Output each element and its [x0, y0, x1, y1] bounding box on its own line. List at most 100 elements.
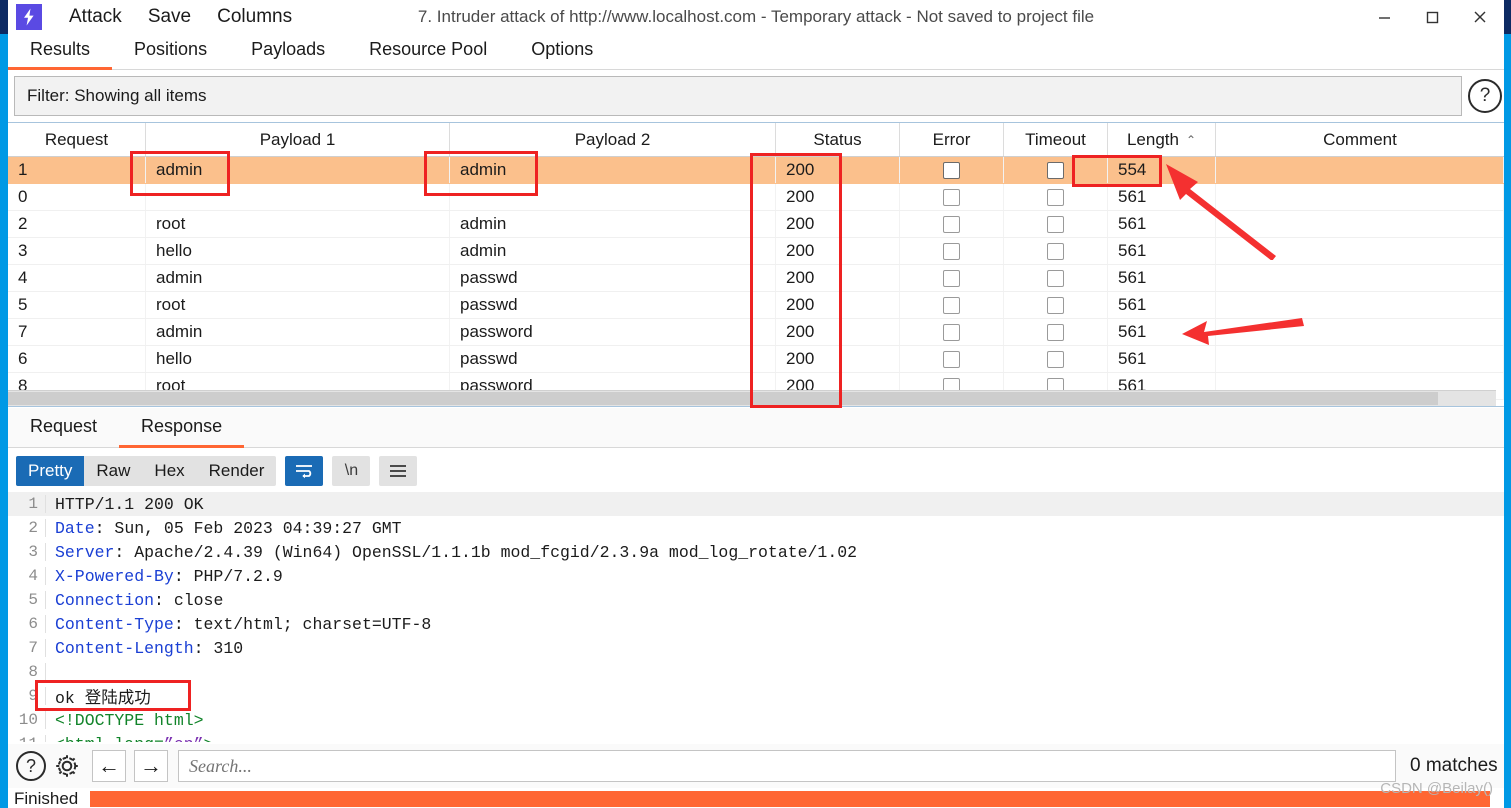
cell-error [900, 238, 1004, 264]
column-header-comment[interactable]: Comment [1216, 123, 1504, 156]
burp-intruder-window: Attack Save Columns 7. Intruder attack o… [0, 0, 1511, 808]
table-row[interactable]: 5 root passwd 200 561 [8, 292, 1504, 319]
cell-length: 561 [1108, 238, 1216, 264]
timeout-checkbox[interactable] [1047, 188, 1064, 206]
timeout-checkbox[interactable] [1047, 242, 1064, 260]
close-icon[interactable] [1456, 0, 1504, 34]
column-header-error[interactable]: Error [900, 123, 1004, 156]
error-checkbox[interactable] [943, 188, 960, 206]
error-checkbox[interactable] [943, 350, 960, 368]
column-header-length[interactable]: Length ⌃ [1108, 123, 1216, 156]
cell-length: 561 [1108, 319, 1216, 345]
gear-icon[interactable] [50, 749, 84, 783]
column-header-request[interactable]: Request [8, 123, 146, 156]
table-row[interactable]: 7 admin password 200 561 [8, 319, 1504, 346]
tab-positions[interactable]: Positions [112, 35, 229, 70]
line-content: <!DOCTYPE html> [55, 710, 204, 730]
error-checkbox[interactable] [943, 296, 960, 314]
table-header-row: Request Payload 1 Payload 2 Status Error… [8, 123, 1504, 157]
tab-resource-pool[interactable]: Resource Pool [347, 35, 509, 70]
response-viewer[interactable]: 1 HTTP/1.1 200 OK 2 Date: Sun, 05 Feb 2023 … [8, 492, 1504, 742]
hamburger-menu-icon[interactable] [379, 456, 418, 486]
scrollbar-thumb[interactable] [8, 392, 1438, 405]
line-content: <html lang=”en”> [46, 735, 213, 743]
cell-payload1: hello [146, 238, 450, 264]
error-checkbox[interactable] [943, 242, 960, 260]
table-row[interactable]: 3 hello admin 200 561 [8, 238, 1504, 265]
timeout-checkbox[interactable] [1047, 350, 1064, 368]
timeout-checkbox[interactable] [1047, 323, 1064, 341]
table-row[interactable]: 0 200 561 [8, 184, 1504, 211]
cell-error [900, 265, 1004, 291]
cell-error [900, 184, 1004, 210]
cell-timeout [1004, 238, 1108, 264]
newline-toggle-icon[interactable]: \n [332, 456, 371, 486]
maximize-icon[interactable] [1408, 0, 1456, 34]
cell-comment [1216, 346, 1504, 372]
cell-timeout [1004, 211, 1108, 237]
cell-payload2: passwd [450, 265, 776, 291]
filter-bar[interactable]: Filter: Showing all items [14, 76, 1462, 116]
view-mode-pretty[interactable]: Pretty [16, 456, 85, 486]
cell-status: 200 [776, 211, 900, 237]
cell-length: 561 [1108, 346, 1216, 372]
cell-length: 561 [1108, 265, 1216, 291]
timeout-checkbox[interactable] [1047, 161, 1064, 179]
search-bar: ? ← → 0 matches [8, 744, 1504, 788]
arrow-left-icon[interactable]: ← [92, 750, 126, 782]
line-content: X-Powered-By: PHP/7.2.9 [55, 566, 283, 586]
view-mode-hex[interactable]: Hex [142, 456, 196, 486]
cell-status: 200 [776, 319, 900, 345]
view-mode-render[interactable]: Render [197, 456, 277, 486]
question-mark-icon[interactable]: ? [16, 751, 46, 781]
cell-status: 200 [776, 157, 900, 183]
timeout-checkbox[interactable] [1047, 215, 1064, 233]
cell-status: 200 [776, 346, 900, 372]
search-input[interactable] [178, 750, 1396, 782]
question-mark-icon[interactable]: ? [1468, 79, 1502, 113]
error-checkbox[interactable] [943, 269, 960, 287]
table-row[interactable]: 4 admin passwd 200 561 [8, 265, 1504, 292]
cell-payload2 [450, 184, 776, 210]
results-table: Request Payload 1 Payload 2 Status Error… [8, 122, 1504, 407]
column-header-payload-1[interactable]: Payload 1 [146, 123, 450, 156]
tab-request[interactable]: Request [8, 410, 119, 448]
error-checkbox[interactable] [943, 215, 960, 233]
line-number: 2 [8, 519, 46, 537]
results-horizontal-scrollbar[interactable] [8, 390, 1496, 406]
table-row[interactable]: 6 hello passwd 200 561 [8, 346, 1504, 373]
column-header-payload-2[interactable]: Payload 2 [450, 123, 776, 156]
error-checkbox[interactable] [943, 161, 960, 179]
word-wrap-icon[interactable] [285, 456, 324, 486]
table-row[interactable]: 1 admin admin 200 554 [8, 157, 1504, 184]
arrow-right-icon[interactable]: → [134, 750, 168, 782]
menu-item-attack[interactable]: Attack [56, 4, 135, 30]
response-code-lines: 1 HTTP/1.1 200 OK 2 Date: Sun, 05 Feb 2023 … [8, 492, 1504, 742]
cell-comment [1216, 211, 1504, 237]
cell-request: 5 [8, 292, 146, 318]
table-row[interactable]: 2 root admin 200 561 [8, 211, 1504, 238]
view-mode-raw[interactable]: Raw [84, 456, 142, 486]
view-mode-segmented-control: Pretty Raw Hex Render [16, 456, 277, 486]
column-header-timeout[interactable]: Timeout [1004, 123, 1108, 156]
minimize-icon[interactable] [1360, 0, 1408, 34]
menu-bar: Attack Save Columns [56, 4, 305, 30]
main-tab-bar: Results Positions Payloads Resource Pool… [8, 34, 1504, 70]
cell-payload2: password [450, 319, 776, 345]
error-checkbox[interactable] [943, 323, 960, 341]
menu-item-save[interactable]: Save [135, 4, 204, 30]
cell-payload2: admin [450, 238, 776, 264]
menu-item-columns[interactable]: Columns [204, 4, 305, 30]
sort-ascending-icon: ⌃ [1185, 132, 1197, 147]
timeout-checkbox[interactable] [1047, 269, 1064, 287]
line-number: 3 [8, 543, 46, 561]
tab-options[interactable]: Options [509, 35, 615, 70]
cell-timeout [1004, 346, 1108, 372]
tab-results[interactable]: Results [8, 35, 113, 70]
cell-payload1 [146, 184, 450, 210]
column-header-status[interactable]: Status [776, 123, 900, 156]
tab-response[interactable]: Response [119, 410, 245, 448]
left-accent-rail-top [0, 0, 8, 34]
tab-payloads[interactable]: Payloads [229, 35, 347, 70]
timeout-checkbox[interactable] [1047, 296, 1064, 314]
